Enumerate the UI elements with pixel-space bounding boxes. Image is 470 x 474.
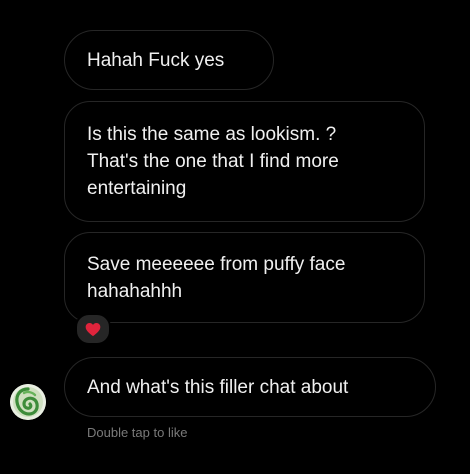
red-heart-icon xyxy=(85,322,101,336)
message-text: And what's this filler chat about xyxy=(87,376,349,398)
message-text: Hahah Fuck yes xyxy=(87,49,225,71)
message-bubble[interactable]: And what's this filler chat about xyxy=(64,357,436,417)
green-swirl-avatar-icon xyxy=(10,384,46,420)
message-bubble[interactable]: Hahah Fuck yes xyxy=(64,30,274,90)
avatar[interactable] xyxy=(10,384,46,420)
double-tap-hint: Double tap to like xyxy=(87,425,188,440)
message-text: Is this the same as lookism. ? That's th… xyxy=(87,124,339,199)
reaction-badge[interactable] xyxy=(75,313,111,345)
message-bubble[interactable]: Save meeeeee from puffy face hahahahhh xyxy=(64,232,425,323)
message-text: Save meeeeee from puffy face hahahahhh xyxy=(87,253,346,302)
message-bubble[interactable]: Is this the same as lookism. ? That's th… xyxy=(64,101,425,222)
